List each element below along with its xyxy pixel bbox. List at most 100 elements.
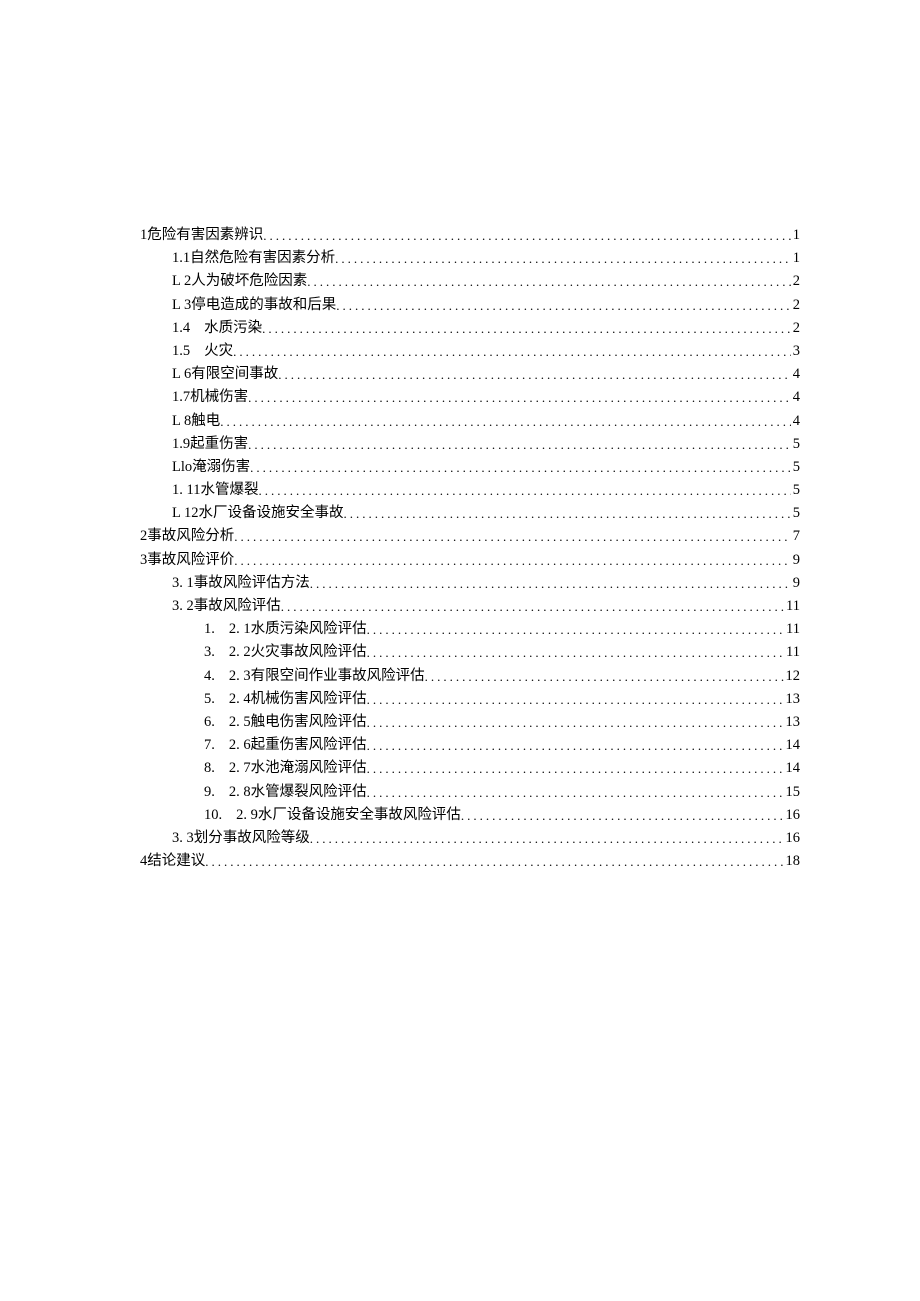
toc-leader-dots [220, 412, 791, 433]
toc-entry[interactable]: 3. 2. 2火灾事故风险评估 11 [140, 641, 800, 664]
toc-number: 10. [204, 804, 222, 827]
toc-title: 2. 7水池淹溺风险评估 [229, 757, 367, 780]
toc-title: 1.1自然危险有害因素分析 [172, 247, 335, 270]
toc-title: 3. 2事故风险评估 [172, 595, 281, 618]
toc-page-number: 1 [791, 224, 800, 247]
toc-page-number: 4 [791, 363, 800, 386]
toc-leader-dots [310, 829, 784, 850]
toc-leader-dots [258, 481, 790, 502]
toc-leader-dots [263, 226, 791, 247]
toc-page-number: 5 [791, 479, 800, 502]
toc-page-number: 2 [791, 294, 800, 317]
toc-leader-dots [367, 713, 784, 734]
toc-page-number: 18 [784, 850, 801, 873]
toc-entry[interactable]: 5.2. 4机械伤害风险评估 13 [140, 688, 800, 711]
toc-leader-dots [234, 527, 791, 548]
toc-title: 3事故风险评价 [140, 549, 234, 572]
toc-page-number: 16 [784, 827, 801, 850]
toc-page-number: 14 [784, 734, 801, 757]
toc-leader-dots [367, 620, 784, 641]
toc-entry[interactable]: L 2人为破坏危险因素 2 [140, 270, 800, 293]
toc-entry[interactable]: 3事故风险评价9 [140, 549, 800, 572]
toc-entry[interactable]: 1.2. 1水质污染风险评估 11 [140, 618, 800, 641]
toc-title: L 12水厂设备设施安全事故 [172, 502, 343, 525]
toc-entry[interactable]: 1.5 火灾 3 [140, 340, 800, 363]
toc-page-number: 12 [784, 665, 801, 688]
toc-entry[interactable]: L 6有限空间事故 4 [140, 363, 800, 386]
toc-title: L 3停电造成的事故和后果 [172, 294, 336, 317]
toc-page-number: 2 [791, 270, 800, 293]
toc-number: 1. [204, 618, 215, 641]
toc-leader-dots [367, 736, 784, 757]
toc-title: 2. 3有限空间作业事故风险评估 [229, 665, 425, 688]
toc-entry[interactable]: 6. 2. 5触电伤害风险评估 13 [140, 711, 800, 734]
toc-number: 9. [204, 781, 215, 804]
toc-leader-dots [250, 458, 791, 479]
toc-leader-dots [248, 388, 791, 409]
toc-title: 1. 11水管爆裂 [172, 479, 258, 502]
toc-entry[interactable]: 10. 2. 9水厂设备设施安全事故风险评估 16 [140, 804, 800, 827]
toc-entry[interactable]: L 12水厂设备设施安全事故 5 [140, 502, 800, 525]
toc-title: Llo淹溺伤害 [172, 456, 250, 479]
toc-page-number: 5 [791, 502, 800, 525]
toc-title: 2. 8水管爆裂风险评估 [229, 781, 367, 804]
toc-title: 水质污染 [204, 317, 262, 340]
toc-title: 3. 3划分事故风险等级 [172, 827, 310, 850]
toc-entry[interactable]: 8.2. 7水池淹溺风险评估 14 [140, 757, 800, 780]
toc-page-number: 7 [791, 525, 800, 548]
toc-title: L 8触电 [172, 410, 220, 433]
toc-entry[interactable]: 3. 2事故风险评估 11 [140, 595, 800, 618]
toc-entry[interactable]: 1.7机械伤害 4 [140, 386, 800, 409]
toc-title: 2. 4机械伤害风险评估 [229, 688, 367, 711]
toc-entry[interactable]: 4结论建议 18 [140, 850, 800, 873]
toc-title: 4结论建议 [140, 850, 205, 873]
toc-entry[interactable]: 3. 3划分事故风险等级 16 [140, 827, 800, 850]
toc-title: L 6有限空间事故 [172, 363, 278, 386]
toc-page-number: 16 [784, 804, 801, 827]
toc-entry[interactable]: Llo淹溺伤害5 [140, 456, 800, 479]
toc-page-number: 13 [784, 711, 801, 734]
toc-leader-dots [233, 342, 791, 363]
toc-leader-dots [248, 435, 791, 456]
toc-number: 3. [204, 641, 215, 664]
toc-title: 2. 6起重伤害风险评估 [229, 734, 367, 757]
toc-title: L 2人为破坏危险因素 [172, 270, 307, 293]
toc-number: 6. [204, 711, 215, 734]
toc-entry[interactable]: 1危险有害因素辨识 1 [140, 224, 800, 247]
toc-page-number: 11 [784, 595, 800, 618]
toc-leader-dots [205, 852, 783, 873]
toc-entry[interactable]: L 3停电造成的事故和后果 2 [140, 294, 800, 317]
toc-page-number: 3 [791, 340, 800, 363]
toc-title: 3. 1事故风险评估方法 [172, 572, 310, 595]
toc-title: 2. 1水质污染风险评估 [229, 618, 367, 641]
toc-title: 1危险有害因素辨识 [140, 224, 263, 247]
toc-page-number: 11 [784, 641, 800, 664]
toc-leader-dots [307, 272, 791, 293]
toc-entry[interactable]: 1.1自然危险有害因素分析 1 [140, 247, 800, 270]
toc-leader-dots [367, 783, 784, 804]
toc-entry[interactable]: 3. 1事故风险评估方法 9 [140, 572, 800, 595]
toc-leader-dots [336, 296, 791, 317]
toc-entry[interactable]: 1.9起重伤害5 [140, 433, 800, 456]
toc-entry[interactable]: 4. 2. 3有限空间作业事故风险评估 12 [140, 665, 800, 688]
toc-entry[interactable]: L 8触电4 [140, 410, 800, 433]
toc-title: 火灾 [204, 340, 233, 363]
toc-page-number: 13 [784, 688, 801, 711]
toc-title: 2. 5触电伤害风险评估 [229, 711, 367, 734]
toc-leader-dots [278, 365, 791, 386]
toc-number: 8. [204, 757, 215, 780]
toc-entry[interactable]: 9.2. 8水管爆裂风险评估 15 [140, 781, 800, 804]
toc-page-number: 4 [791, 386, 800, 409]
toc-title: 2. 9水厂设备设施安全事故风险评估 [236, 804, 461, 827]
toc-entry[interactable]: 1. 11水管爆裂 5 [140, 479, 800, 502]
toc-entry[interactable]: 7.2. 6起重伤害风险评估 14 [140, 734, 800, 757]
toc-title: 1.7机械伤害 [172, 386, 248, 409]
toc-page-number: 1 [791, 247, 800, 270]
toc-number: 4. [204, 665, 215, 688]
toc-page-number: 2 [791, 317, 800, 340]
toc-entry[interactable]: 1.4水质污染2 [140, 317, 800, 340]
toc-leader-dots [367, 690, 784, 711]
toc-title: 2. 2火灾事故风险评估 [229, 641, 367, 664]
toc-entry[interactable]: 2事故风险分析7 [140, 525, 800, 548]
toc-number: 1.5 [172, 340, 190, 363]
